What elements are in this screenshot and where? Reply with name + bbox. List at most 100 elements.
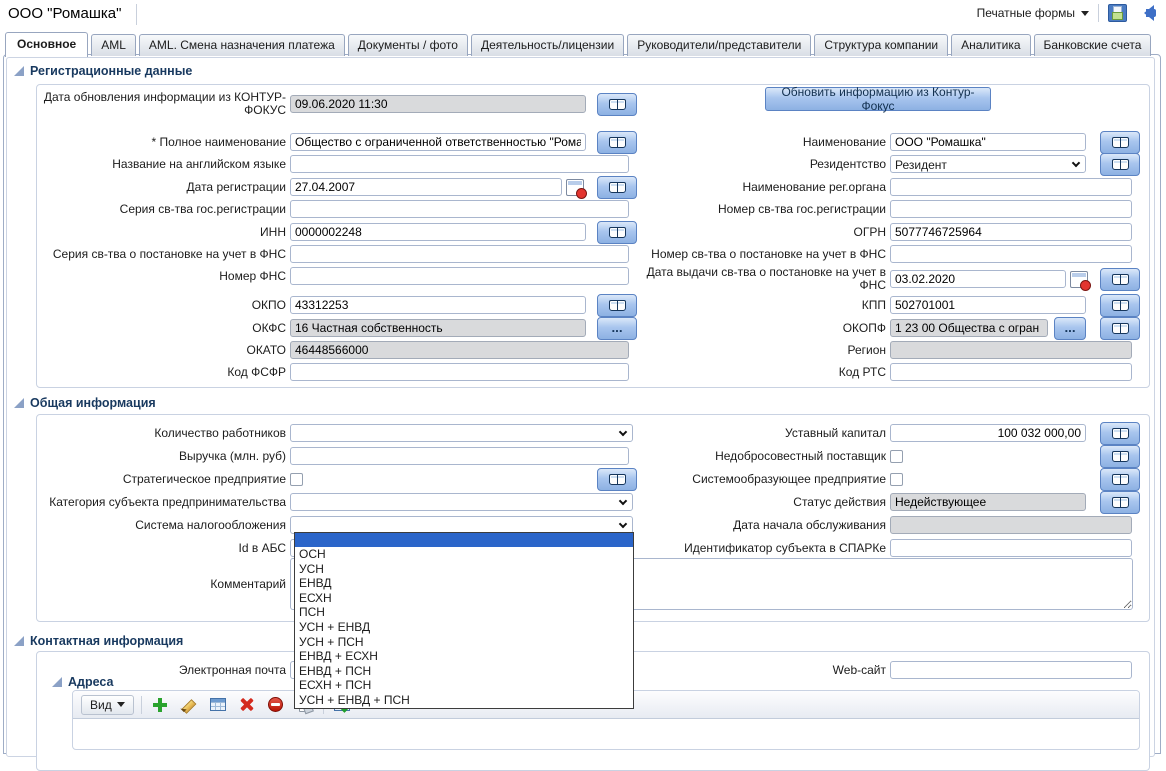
table-view-button[interactable] [207,695,229,715]
chevron-down-icon [619,428,627,436]
dropdown-option[interactable]: ЕНВД + ПСН [295,664,633,679]
name-input[interactable] [890,133,1086,151]
fns-issue-date-input[interactable] [890,270,1066,288]
residency-select[interactable]: Резидент [890,155,1086,173]
book-lookup-button[interactable] [597,176,637,199]
tab-aml[interactable]: AML [91,34,136,56]
row-system-enterprise: Системообразующее предприятие [640,468,1140,490]
book-lookup-button[interactable] [1100,294,1140,317]
tab-main[interactable]: Основное [5,32,88,57]
reg-number-input[interactable] [890,200,1132,218]
reg-series-input[interactable] [290,200,629,218]
block-address-button[interactable] [265,695,287,715]
tab-aml-payment-purpose[interactable]: AML. Смена назначения платежа [139,34,345,56]
tab-documents[interactable]: Документы / фото [348,34,468,56]
reg-organ-input[interactable] [890,178,1132,196]
fns-number-input[interactable] [290,267,629,285]
row-fns-issue-date: Дата выдачи св-тва о постановке на учет … [640,261,1140,297]
revenue-input[interactable] [290,447,629,465]
capital-input[interactable] [890,424,1086,442]
book-icon [609,137,626,148]
tab-company-structure[interactable]: Структура компании [814,34,948,56]
label-fns-number: Номер ФНС [40,270,290,283]
dropdown-option[interactable]: ПСН [295,605,633,620]
dropdown-option[interactable]: УСН + ЕНВД + ПСН [295,693,633,708]
book-lookup-button[interactable] [1100,445,1140,468]
book-lookup-button[interactable] [1100,268,1140,291]
system-enterprise-checkbox[interactable] [890,473,903,486]
save-button[interactable] [1108,4,1127,22]
spark-id-input[interactable] [890,539,1132,557]
book-lookup-button[interactable] [1100,317,1140,340]
book-lookup-button[interactable] [597,221,637,244]
chevron-down-icon [619,497,627,505]
dropdown-option[interactable]: УСН [295,562,633,577]
tab-analytics[interactable]: Аналитика [951,34,1030,56]
dropdown-option[interactable]: ЕСХН [295,591,633,606]
fsfr-input[interactable] [290,363,629,381]
book-lookup-button[interactable] [1100,491,1140,514]
dropdown-option[interactable]: ЕНВД [295,576,633,591]
book-lookup-button[interactable] [1100,153,1140,176]
edit-address-button[interactable] [178,695,200,715]
book-lookup-button[interactable] [1100,131,1140,154]
dropdown-option[interactable]: УСН + ПСН [295,635,633,650]
unfair-supplier-checkbox[interactable] [890,450,903,463]
tab-bank-accounts[interactable]: Банковские счета [1034,34,1152,56]
book-lookup-button[interactable] [597,294,637,317]
view-menu-label: Вид [90,698,112,712]
section-registration-header[interactable]: Регистрационные данные [14,64,192,78]
book-icon [609,182,626,193]
kpp-input[interactable] [890,296,1086,314]
label-okato: ОКАТО [40,344,290,357]
okfs-lookup-button[interactable]: ... [597,317,637,340]
delete-address-button[interactable] [236,695,258,715]
reg-date-input[interactable] [290,178,562,196]
print-forms-dropdown[interactable]: Печатные формы [977,6,1089,20]
book-lookup-button[interactable] [1100,422,1140,445]
rts-input[interactable] [890,363,1132,381]
website-input[interactable] [890,661,1132,679]
date-picker-icon[interactable] [566,179,584,196]
dropdown-option[interactable]: ОСН [295,547,633,562]
book-icon [1112,137,1129,148]
inn-input[interactable] [290,223,586,241]
divider [1098,4,1099,22]
strategic-checkbox[interactable] [290,473,303,486]
book-lookup-button[interactable] [597,131,637,154]
date-picker-icon[interactable] [1070,271,1088,288]
book-lookup-button[interactable] [597,93,637,116]
divider [141,696,142,714]
category-select[interactable] [290,493,633,511]
back-button[interactable] [1136,5,1158,21]
row-residency: Резидентство Резидент [640,153,1140,175]
full-name-input[interactable] [290,133,586,151]
dropdown-option[interactable]: ЕСХН + ПСН [295,678,633,693]
dropdown-option[interactable]: УСН + ЕНВД [295,620,633,635]
dropdown-option[interactable]: ЕНВД + ЕСХН [295,649,633,664]
block-icon [268,697,283,712]
label-fns-series: Серия св-тва о постановке на учет в ФНС [40,248,290,261]
label-strategic: Стратегическое предприятие [40,473,290,486]
fns-series-input[interactable] [290,245,629,263]
book-icon [1112,300,1129,311]
section-contact-header[interactable]: Контактная информация [14,634,183,648]
section-general-header[interactable]: Общая информация [14,396,156,410]
ogrn-input[interactable] [890,223,1132,241]
tab-managers[interactable]: Руководители/представители [627,34,811,56]
book-lookup-button[interactable] [597,468,637,491]
add-address-button[interactable] [149,695,171,715]
book-lookup-button[interactable] [1100,468,1140,491]
view-menu-button[interactable]: Вид [81,695,134,715]
tab-activity-licenses[interactable]: Деятельность/лицензии [471,34,624,56]
label-service-start: Дата начала обслуживания [640,519,890,532]
label-inn: ИНН [40,226,290,239]
section-addresses-header[interactable]: Адреса [52,675,113,689]
okpo-input[interactable] [290,296,586,314]
okopf-lookup-button[interactable]: ... [1054,317,1086,340]
update-from-kontur-button[interactable]: Обновить информацию из Контур-Фокус [765,87,991,111]
eng-name-input[interactable] [290,155,629,173]
row-okpo: ОКПО [40,294,637,316]
dropdown-option-empty[interactable] [295,533,633,547]
employees-select[interactable] [290,424,633,442]
